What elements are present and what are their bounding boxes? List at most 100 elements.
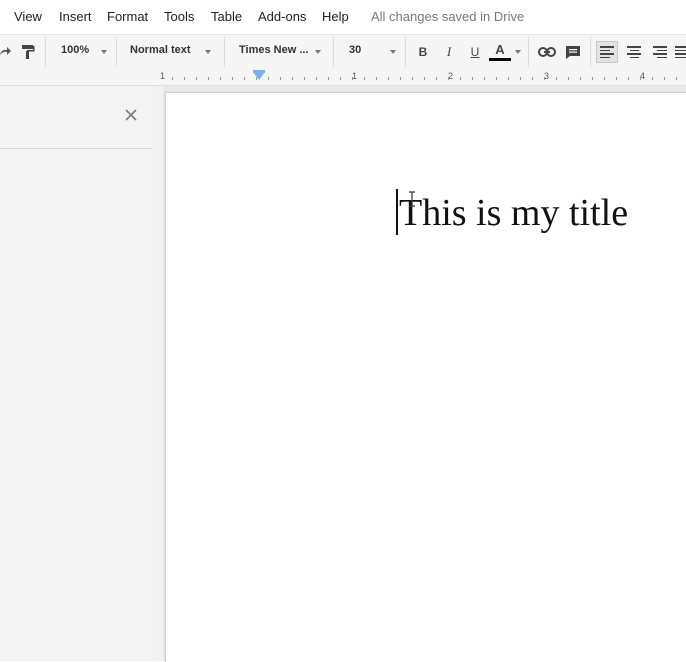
align-center-button[interactable]: [623, 41, 645, 63]
ruler-tick: [568, 77, 569, 80]
ruler-tick: [544, 77, 545, 80]
ruler-tick: [460, 77, 461, 80]
menu-tools[interactable]: Tools: [164, 9, 194, 24]
insert-comment-button[interactable]: [562, 41, 584, 63]
ruler-tick: [268, 77, 269, 80]
document-page[interactable]: This is my title: [165, 92, 686, 662]
font-select[interactable]: Times New ...: [239, 44, 309, 56]
align-center-icon: [627, 46, 641, 58]
ruler-tick: [628, 77, 629, 80]
insert-link-button[interactable]: [536, 41, 558, 63]
ruler-tick: [664, 77, 665, 80]
ruler-tick: [304, 77, 305, 80]
font-caret-icon[interactable]: [315, 50, 321, 54]
menu-insert[interactable]: Insert: [59, 9, 92, 24]
ruler-tick: [448, 77, 449, 80]
ruler-tick: [676, 77, 677, 80]
ruler-tick: [364, 77, 365, 80]
menu-bar: View Insert Format Tools Table Add-ons H…: [0, 0, 686, 34]
zoom-select[interactable]: 100%: [61, 44, 89, 56]
bold-button[interactable]: B: [412, 41, 434, 63]
text-color-caret-icon[interactable]: [515, 50, 521, 54]
toolbar-separator: [224, 37, 225, 67]
text-cursor: [396, 189, 398, 235]
ruler-tick: [184, 77, 185, 80]
ruler-tick: [352, 77, 353, 80]
menu-format[interactable]: Format: [107, 9, 148, 24]
ruler-tick: [412, 77, 413, 80]
zoom-caret-icon[interactable]: [101, 50, 107, 54]
left-indent-marker[interactable]: [253, 72, 265, 80]
text-color-swatch: [489, 57, 511, 61]
font-size-caret-icon[interactable]: [390, 50, 396, 54]
i-beam-cursor-icon: [409, 191, 415, 207]
toolbar-separator: [405, 37, 406, 67]
ruler-tick: [508, 77, 509, 80]
ruler-tick: [592, 77, 593, 80]
ruler-tick: [532, 77, 533, 80]
ruler-tick: [172, 77, 173, 80]
ruler-tick: [604, 77, 605, 80]
ruler-tick: [400, 77, 401, 80]
ruler[interactable]: 1 1 2 3 4: [0, 69, 686, 86]
ruler-tick: [244, 77, 245, 80]
menu-table[interactable]: Table: [211, 9, 242, 24]
toolbar-separator: [590, 37, 591, 67]
ruler-tick: [484, 77, 485, 80]
link-icon: [538, 47, 556, 57]
close-icon: [125, 109, 137, 121]
justify-icon: [675, 46, 686, 58]
italic-button[interactable]: I: [438, 41, 460, 63]
ruler-tick: [580, 77, 581, 80]
ruler-tick: [316, 77, 317, 80]
style-caret-icon[interactable]: [205, 50, 211, 54]
ruler-tick: [556, 77, 557, 80]
save-status[interactable]: All changes saved in Drive: [371, 9, 524, 24]
menu-help[interactable]: Help: [322, 9, 349, 24]
text-color-label: A: [495, 41, 505, 57]
menu-add-ons[interactable]: Add-ons: [258, 9, 306, 24]
align-left-icon: [600, 46, 614, 58]
align-left-button[interactable]: [596, 41, 618, 63]
ruler-tick: [376, 77, 377, 80]
ruler-tick: [424, 77, 425, 80]
toolbar-separator: [116, 37, 117, 67]
redo-button[interactable]: [0, 41, 16, 63]
font-size-select[interactable]: 30: [349, 44, 361, 56]
comment-icon: [566, 45, 580, 59]
ruler-tick: [652, 77, 653, 80]
paint-format-icon: [22, 45, 35, 59]
style-select[interactable]: Normal text: [130, 44, 191, 56]
align-right-button[interactable]: [649, 41, 671, 63]
ruler-tick: [340, 77, 341, 80]
ruler-tick: [496, 77, 497, 80]
ruler-number: 1: [160, 71, 166, 81]
justify-button[interactable]: [675, 41, 686, 63]
close-panel-button[interactable]: [123, 107, 139, 123]
toolbar-separator: [333, 37, 334, 67]
ruler-tick: [196, 77, 197, 80]
paint-format-button[interactable]: [17, 41, 39, 63]
menu-view[interactable]: View: [14, 9, 42, 24]
ruler-tick: [388, 77, 389, 80]
ruler-tick: [208, 77, 209, 80]
panel-divider: [0, 148, 152, 149]
side-panel: [0, 86, 163, 661]
toolbar-separator: [45, 37, 46, 67]
ruler-tick: [256, 77, 257, 80]
ruler-tick: [292, 77, 293, 80]
text-color-button[interactable]: A: [489, 41, 511, 63]
document-canvas: This is my title: [163, 86, 686, 662]
ruler-tick: [328, 77, 329, 80]
ruler-tick: [616, 77, 617, 80]
document-title-text[interactable]: This is my title: [399, 191, 628, 235]
ruler-tick: [520, 77, 521, 80]
ruler-tick: [220, 77, 221, 80]
ruler-tick: [640, 77, 641, 80]
ruler-tick: [280, 77, 281, 80]
side-panel-content: [0, 86, 152, 661]
ruler-tick: [232, 77, 233, 80]
underline-button[interactable]: U: [464, 41, 486, 63]
ruler-tick: [436, 77, 437, 80]
align-right-icon: [653, 46, 667, 58]
